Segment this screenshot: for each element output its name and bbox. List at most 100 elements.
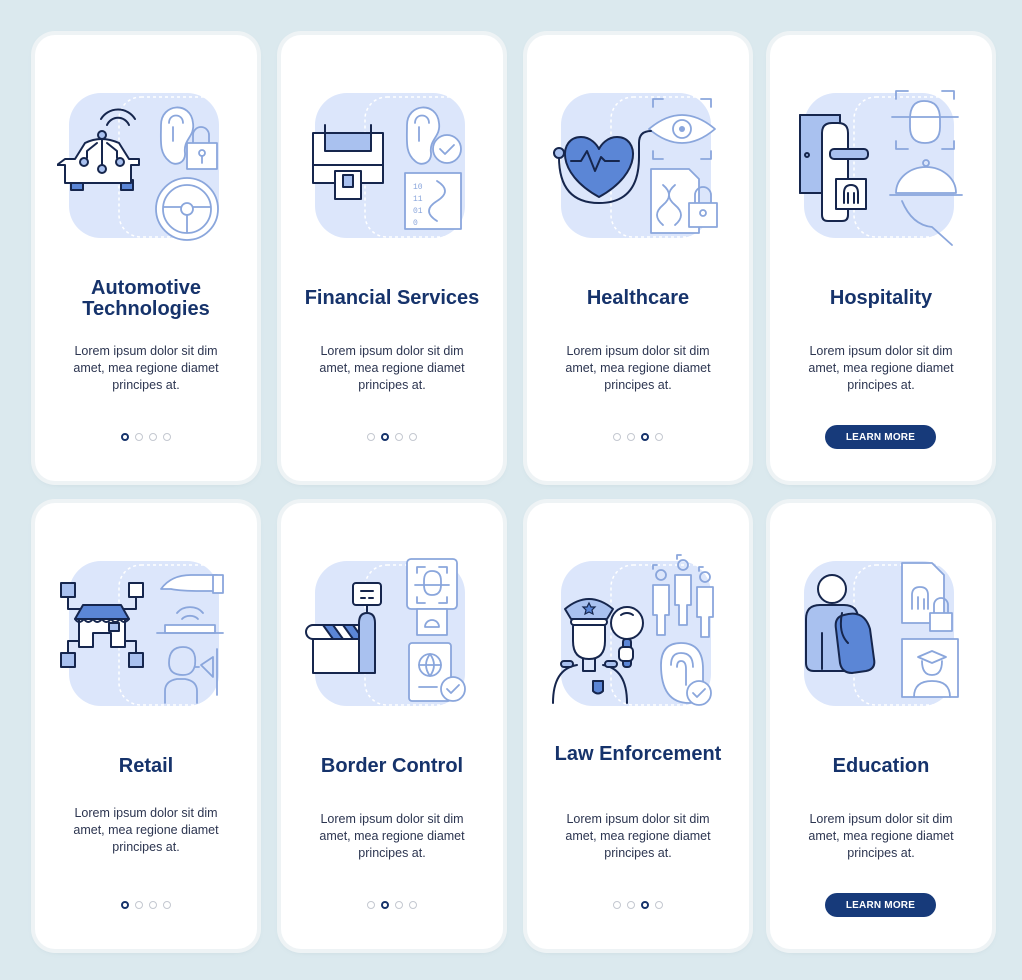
card-description: Lorem ipsum dolor sit dim amet, mea regi… xyxy=(55,343,237,394)
pagination-dots xyxy=(527,901,749,909)
graduate-scan-icon xyxy=(901,638,959,698)
page-dot-4[interactable] xyxy=(409,901,417,909)
page-dot-3[interactable] xyxy=(641,433,649,441)
card-description: Lorem ipsum dolor sit dim amet, mea regi… xyxy=(547,811,729,862)
checkmark-icon xyxy=(432,134,462,164)
description-line: amet, mea regione diamet xyxy=(808,361,954,375)
title-line: Education xyxy=(832,755,930,777)
card-description: Lorem ipsum dolor sit dim amet, mea regi… xyxy=(301,811,483,862)
card-automotive-technologies: Automotive Technologies Lorem ipsum dolo… xyxy=(35,35,257,481)
learn-more-button[interactable]: LEARN MORE xyxy=(825,425,936,449)
steering-wheel-icon xyxy=(155,177,219,241)
description-line: amet, mea regione diamet xyxy=(73,823,219,837)
card-title: Education xyxy=(770,756,992,777)
card-border-control: Border Control Lorem ipsum dolor sit dim… xyxy=(281,503,503,949)
description-line: amet, mea regione diamet xyxy=(319,361,465,375)
description-line: Lorem ipsum dolor sit dim xyxy=(320,344,464,358)
description-line: amet, mea regione diamet xyxy=(808,829,954,843)
description-line: principes at. xyxy=(847,378,915,392)
pagination-dots xyxy=(35,901,257,909)
card-description: Lorem ipsum dolor sit dim amet, mea regi… xyxy=(547,343,729,394)
title-line: Retail xyxy=(118,755,174,777)
description-line: principes at. xyxy=(358,378,426,392)
financial-illustration: 10 11 01 0 xyxy=(312,93,474,238)
title-line: Financial Services xyxy=(304,287,480,309)
page-dot-3[interactable] xyxy=(149,433,157,441)
svg-text:10: 10 xyxy=(413,183,423,192)
card-title: Law Enforcement xyxy=(527,744,749,765)
page-dot-3[interactable] xyxy=(149,901,157,909)
card-title: Retail xyxy=(35,756,257,777)
card-description: Lorem ipsum dolor sit dim amet, mea regi… xyxy=(301,343,483,394)
description-line: principes at. xyxy=(604,378,672,392)
description-line: Lorem ipsum dolor sit dim xyxy=(566,812,710,826)
page-dot-1[interactable] xyxy=(121,433,129,441)
card-financial-services: 10 11 01 0 Financial Services Lorem ipsum d… xyxy=(281,35,503,481)
description-line: amet, mea regione diamet xyxy=(319,829,465,843)
title-line: Law Enforcement xyxy=(554,743,722,765)
description-line: Lorem ipsum dolor sit dim xyxy=(74,344,218,358)
retail-illustration xyxy=(60,561,228,706)
title-line: Technologies xyxy=(82,298,210,320)
card-title: Automotive Technologies xyxy=(35,278,257,320)
description-line: Lorem ipsum dolor sit dim xyxy=(74,806,218,820)
card-title: Healthcare xyxy=(527,288,749,309)
page-dot-1[interactable] xyxy=(613,433,621,441)
description-line: amet, mea regione diamet xyxy=(73,361,219,375)
page-dot-3[interactable] xyxy=(641,901,649,909)
page-dot-1[interactable] xyxy=(121,901,129,909)
description-line: principes at. xyxy=(604,846,672,860)
card-healthcare: Healthcare Lorem ipsum dolor sit dim ame… xyxy=(527,35,749,481)
pagination-dots xyxy=(281,433,503,441)
page-dot-1[interactable] xyxy=(367,433,375,441)
pagination-dots xyxy=(281,901,503,909)
title-line: Hospitality xyxy=(829,287,933,309)
page-dot-2[interactable] xyxy=(627,433,635,441)
description-line: Lorem ipsum dolor sit dim xyxy=(566,344,710,358)
page-dot-4[interactable] xyxy=(655,433,663,441)
page-dot-4[interactable] xyxy=(655,901,663,909)
description-line: principes at. xyxy=(112,840,180,854)
border-control-illustration xyxy=(305,558,474,706)
healthcare-illustration xyxy=(553,93,720,238)
learn-more-button[interactable]: LEARN MORE xyxy=(825,893,936,917)
svg-text:11: 11 xyxy=(413,195,423,204)
svg-text:01: 01 xyxy=(413,207,423,216)
description-line: principes at. xyxy=(847,846,915,860)
description-line: Lorem ipsum dolor sit dim xyxy=(809,812,953,826)
page-dot-4[interactable] xyxy=(409,433,417,441)
page-dot-4[interactable] xyxy=(163,433,171,441)
pagination-dots xyxy=(35,433,257,441)
law-enforcement-illustration xyxy=(552,554,720,706)
card-hospitality: Hospitality Lorem ipsum dolor sit dim am… xyxy=(770,35,992,481)
page-dot-4[interactable] xyxy=(163,901,171,909)
card-title: Hospitality xyxy=(770,288,992,309)
card-description: Lorem ipsum dolor sit dim amet, mea regi… xyxy=(55,805,237,856)
education-illustration xyxy=(804,561,963,706)
description-line: principes at. xyxy=(112,378,180,392)
page-dot-2[interactable] xyxy=(135,433,143,441)
dna-code-icon: 10 11 01 0 xyxy=(404,172,462,230)
description-line: amet, mea regione diamet xyxy=(565,829,711,843)
description-line: Lorem ipsum dolor sit dim xyxy=(320,812,464,826)
page-dot-3[interactable] xyxy=(395,901,403,909)
page-dot-2[interactable] xyxy=(381,901,389,909)
card-title: Border Control xyxy=(281,756,503,777)
pagination-dots xyxy=(527,433,749,441)
title-line: Border Control xyxy=(320,755,464,777)
automotive-illustration xyxy=(57,93,228,241)
page-dot-1[interactable] xyxy=(613,901,621,909)
svg-text:0: 0 xyxy=(413,219,418,228)
description-line: Lorem ipsum dolor sit dim xyxy=(809,344,953,358)
page-dot-2[interactable] xyxy=(135,901,143,909)
hospitality-illustration xyxy=(799,90,963,246)
page-dot-1[interactable] xyxy=(367,901,375,909)
card-education: Education Lorem ipsum dolor sit dim amet… xyxy=(770,503,992,949)
title-line: Automotive xyxy=(91,277,201,299)
page-dot-3[interactable] xyxy=(395,433,403,441)
card-law-enforcement: Law Enforcement Lorem ipsum dolor sit di… xyxy=(527,503,749,949)
page-dot-2[interactable] xyxy=(627,901,635,909)
card-retail: Retail Lorem ipsum dolor sit dim amet, m… xyxy=(35,503,257,949)
page-dot-2[interactable] xyxy=(381,433,389,441)
description-line: principes at. xyxy=(358,846,426,860)
